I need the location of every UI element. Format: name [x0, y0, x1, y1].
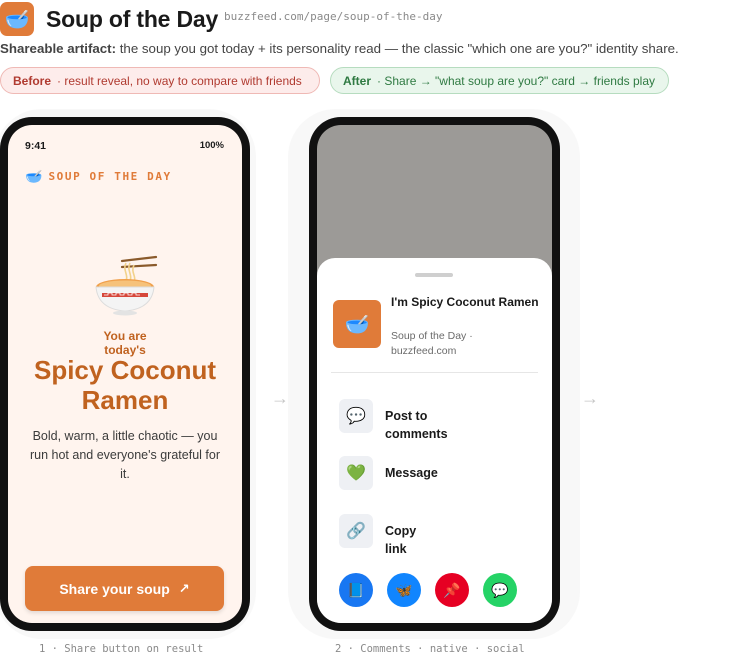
share-button-label: Share your soup: [59, 580, 170, 597]
share-preview-thumbnail: 🥣: [333, 300, 381, 348]
subtitle-text: the soup you got today + its personality…: [116, 41, 679, 56]
brand-label: SOUP OF THE DAY: [48, 170, 172, 183]
phone2-caption: 2 · Comments · native · social: [335, 643, 525, 654]
link-icon: 🔗: [339, 514, 373, 548]
share-preview-title: I'm Spicy Coconut Ramen: [391, 295, 539, 309]
arrow-right-icon: →: [581, 388, 599, 408]
share-preview-meta: Soup of the Day · buzzfeed.com: [391, 330, 473, 357]
after-pill: After · Share → "what soup are you?" car…: [330, 67, 669, 94]
result-intro: You are today's: [8, 329, 242, 357]
result-screen: 9:41 100% 🥣 SOUP OF THE DAY You are toda…: [8, 125, 242, 623]
phone-share-sheet-screen: 🥣 I'm Spicy Coconut Ramen Soup of the Da…: [309, 117, 560, 631]
heart-icon: 💚: [339, 456, 373, 490]
action-label: Message: [385, 466, 438, 480]
divider: [331, 372, 538, 373]
after-label: After: [343, 73, 372, 88]
share-sheet: 🥣 I'm Spicy Coconut Ramen Soup of the Da…: [317, 258, 552, 623]
bluesky-icon[interactable]: 🦋: [387, 573, 421, 607]
page-header: 🥣 Soup of the Day buzzfeed.com/page/soup…: [0, 2, 732, 38]
share-sheet-screen: 🥣 I'm Spicy Coconut Ramen Soup of the Da…: [317, 125, 552, 623]
before-pill: Before · result reveal, no way to compar…: [0, 67, 320, 94]
subtitle-label: Shareable artifact:: [0, 41, 117, 56]
facebook-icon[interactable]: 📘: [339, 573, 373, 607]
after-text: · Share → "what soup are you?" card → fr…: [377, 73, 656, 88]
result-description: Bold, warm, a little chaotic — you run h…: [29, 429, 220, 481]
bowl-icon: 🥣: [25, 168, 43, 184]
phone-result-screen: 9:41 100% 🥣 SOUP OF THE DAY You are toda…: [0, 117, 250, 631]
ramen-bowl-icon: [92, 253, 158, 317]
phone1-caption: 1 · Share button on result: [39, 643, 204, 654]
message-action[interactable]: 💚 Message: [339, 456, 438, 490]
sheet-grabber[interactable]: [415, 273, 453, 277]
status-battery: 100%: [199, 140, 224, 151]
page-url[interactable]: buzzfeed.com/page/soup-of-the-day: [224, 10, 450, 24]
arrow-right-icon: →: [271, 388, 289, 408]
chat-app-icon[interactable]: 💬: [483, 573, 517, 607]
action-label: Copy link: [385, 524, 417, 556]
before-text: · result reveal, no way to compare with …: [57, 73, 302, 88]
brand-row: 🥣 SOUP OF THE DAY: [25, 168, 172, 185]
copy-link-action[interactable]: 🔗 Copy link: [339, 514, 435, 558]
bowl-icon: 🥣: [0, 2, 34, 36]
result-title: Spicy Coconut Ramen: [33, 355, 216, 415]
page-title: Soup of the Day: [46, 6, 219, 32]
before-label: Before: [13, 73, 52, 88]
action-label: Post to comments: [385, 409, 448, 441]
share-app-row: 📘 🦋 📌 💬: [339, 573, 531, 607]
post-to-comments-action[interactable]: 💬 Post to comments: [339, 399, 465, 443]
share-your-soup-button[interactable]: Share your soup ↗: [25, 566, 224, 611]
arrow-up-right-icon: ↗: [178, 580, 190, 596]
page-subtitle: Shareable artifact: the soup you got tod…: [0, 41, 732, 56]
speech-bubble-icon: 💬: [339, 399, 373, 433]
pinterest-icon[interactable]: 📌: [435, 573, 469, 607]
status-time: 9:41: [25, 140, 47, 152]
result-intro-text: You are today's: [103, 329, 147, 357]
